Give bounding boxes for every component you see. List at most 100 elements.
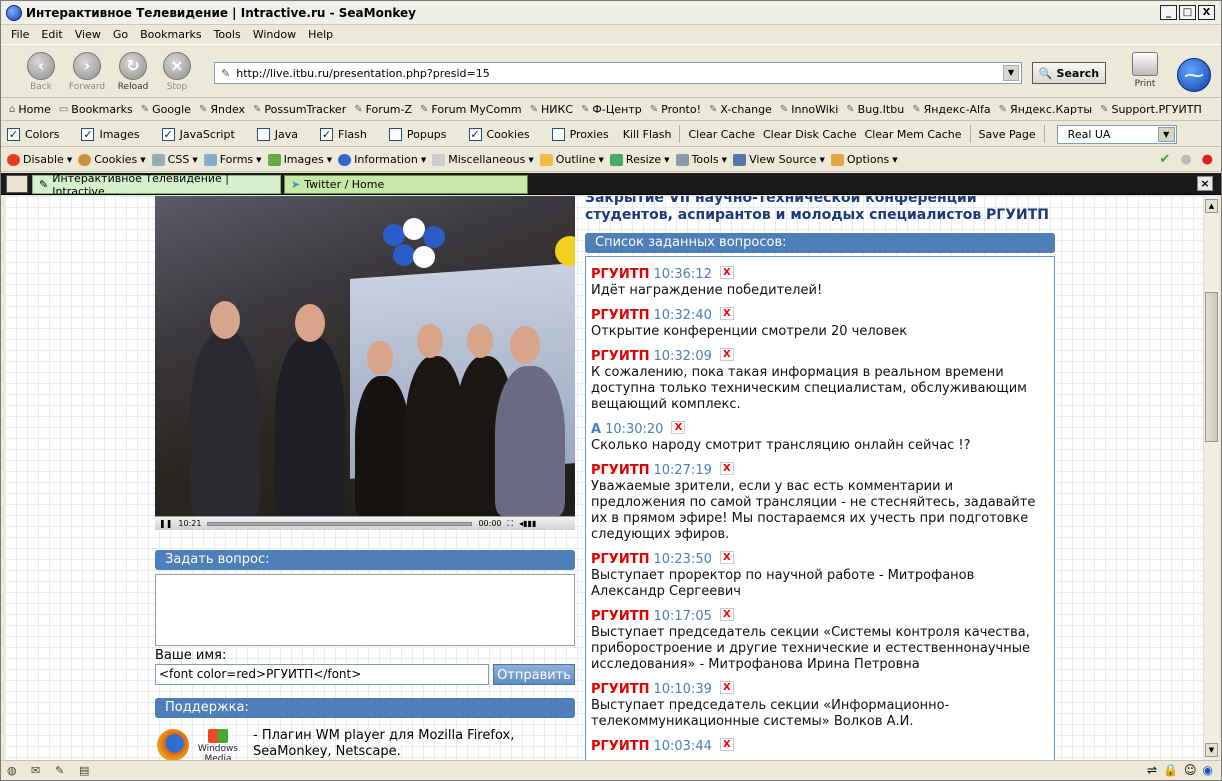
menu-edit[interactable]: Edit: [35, 28, 68, 41]
toggle-javascript[interactable]: ✓ JavaScript: [161, 127, 235, 141]
bookmark-google[interactable]: ✎ Google: [137, 103, 195, 116]
reload-button[interactable]: ↻ Reload: [113, 52, 153, 92]
url-bar[interactable]: ✎ http://live.itbu.ru/presentation.php?p…: [214, 62, 1022, 84]
question-textarea[interactable]: [155, 574, 575, 646]
bookmark-bug-itbu[interactable]: ✎ Bug.Itbu: [842, 103, 908, 116]
print-button[interactable]: Print: [1127, 52, 1163, 89]
clear-mem-cache-button[interactable]: Clear Mem Cache: [861, 128, 966, 141]
bookmark-yandex-alfa[interactable]: ✎ Яндекс-Alfa: [908, 103, 994, 116]
menu-bookmarks[interactable]: Bookmarks: [134, 28, 207, 41]
delete-x-button[interactable]: X: [719, 680, 734, 694]
forward-label: Forward: [68, 82, 106, 92]
clear-cache-button[interactable]: Clear Cache: [684, 128, 758, 141]
toggle-proxies[interactable]: Proxies: [551, 127, 609, 141]
address-book-icon[interactable]: ▤: [79, 764, 97, 778]
bookmark-f-center[interactable]: ✎ Ф-Центр: [577, 103, 646, 116]
menu-window[interactable]: Window: [247, 28, 302, 41]
misc-icon: [432, 153, 446, 166]
name-input[interactable]: <font color=red>РГУИТП</font>: [155, 664, 489, 685]
wd-images-menu[interactable]: Images ▼: [267, 153, 332, 166]
url-dropdown[interactable]: ▼: [1003, 65, 1019, 81]
wd-disable-menu[interactable]: Disable ▼: [7, 153, 72, 166]
fullscreen-icon[interactable]: ⛶: [508, 519, 514, 529]
clear-disk-cache-button[interactable]: Clear Disk Cache: [759, 128, 861, 141]
bookmark-possumtracker[interactable]: ✎ PossumTracker: [249, 103, 350, 116]
vertical-scrollbar[interactable]: ▲ ▼: [1203, 196, 1219, 760]
user-agent-select[interactable]: Real UA ▼: [1056, 124, 1177, 144]
wd-cookies-menu[interactable]: Cookies ▼: [78, 153, 146, 166]
delete-x-button[interactable]: X: [671, 420, 686, 434]
video-player[interactable]: [155, 196, 575, 516]
composer-icon[interactable]: ✎: [55, 764, 73, 778]
delete-x-button[interactable]: X: [719, 607, 734, 621]
wd-tools-menu[interactable]: Tools ▼: [675, 153, 727, 166]
menu-file[interactable]: File: [5, 28, 35, 41]
globe-icon[interactable]: ◍: [7, 764, 25, 778]
url-text: http://live.itbu.ru/presentation.php?pre…: [236, 66, 490, 80]
chevron-down-icon: ▼: [1157, 126, 1175, 142]
bookmark-support[interactable]: ✎ Support.РГУИТП: [1096, 103, 1206, 116]
minimize-button[interactable]: _: [1160, 5, 1177, 20]
tab-intractive[interactable]: ✎ Интерактивное Телевидение | Intractive…: [32, 172, 281, 198]
bookmark-yandex[interactable]: ✎ Яndex: [195, 103, 249, 116]
bookmark-forum-z[interactable]: ✎ Forum-Z: [350, 103, 416, 116]
wd-information-menu[interactable]: Information ▼: [338, 153, 426, 166]
close-tab-button[interactable]: ×: [1197, 176, 1213, 191]
menu-view[interactable]: View: [69, 28, 107, 41]
stop-button[interactable]: × Stop: [157, 52, 197, 92]
bookmark-x-change[interactable]: ✎ X-change: [705, 103, 776, 116]
windows-media-player-logo[interactable]: Windows Media Player: [195, 729, 241, 760]
maximize-button[interactable]: □: [1179, 5, 1196, 20]
firefox-logo-icon[interactable]: [157, 729, 189, 760]
bookmark-bookmarks[interactable]: ▭ Bookmarks: [55, 103, 137, 116]
search-button[interactable]: 🔍 Search: [1032, 62, 1106, 84]
volume-icon[interactable]: ◂▮▮▮: [519, 519, 536, 528]
seamonkey-throbber-icon[interactable]: ⁓: [1177, 58, 1211, 92]
delete-x-button[interactable]: X: [719, 265, 734, 279]
forward-button[interactable]: › Forward: [67, 52, 107, 92]
wd-forms-menu[interactable]: Forms ▼: [203, 153, 262, 166]
delete-x-button[interactable]: X: [719, 347, 734, 361]
video-seek-bar[interactable]: [207, 521, 473, 526]
resize-icon: [609, 153, 623, 166]
bookmark-innowiki[interactable]: ✎ InnoWiki: [776, 103, 842, 116]
bookmark-yandex-maps[interactable]: ✎ Яндекс.Карты: [995, 103, 1096, 116]
ask-question-header: Задать вопрос:: [155, 550, 575, 570]
toggle-images[interactable]: ✓ Images: [81, 127, 140, 141]
menu-go[interactable]: Go: [107, 28, 134, 41]
wd-view-source-menu[interactable]: View Source ▼: [733, 153, 825, 166]
scroll-down-icon[interactable]: ▼: [1205, 743, 1218, 757]
menu-help[interactable]: Help: [302, 28, 339, 41]
back-button[interactable]: ‹ Back: [21, 52, 61, 92]
close-window-button[interactable]: X: [1198, 5, 1215, 20]
new-tab-button[interactable]: [6, 175, 28, 193]
pause-icon[interactable]: ❚❚: [159, 519, 172, 528]
wd-css-menu[interactable]: CSS ▼: [151, 153, 198, 166]
toggle-colors[interactable]: ✓ Colors: [7, 127, 59, 141]
delete-x-button[interactable]: X: [719, 550, 734, 564]
bookmark-niks[interactable]: ✎ НИКС: [526, 103, 577, 116]
toggle-cookies[interactable]: ✓ Cookies: [468, 127, 530, 141]
scroll-up-icon[interactable]: ▲: [1205, 199, 1218, 213]
bookmark-forum-mycomm[interactable]: ✎ Forum MyComm: [416, 103, 526, 116]
toggle-java[interactable]: Java: [256, 127, 298, 141]
menu-tools[interactable]: Tools: [208, 28, 247, 41]
scroll-thumb[interactable]: [1205, 292, 1218, 442]
bookmark-pronto[interactable]: ✎ Pronto!: [646, 103, 705, 116]
wd-resize-menu[interactable]: Resize ▼: [609, 153, 670, 166]
bookmark-home[interactable]: ⌂ Home: [5, 103, 55, 116]
mail-icon[interactable]: ✉: [31, 764, 49, 778]
wd-options-menu[interactable]: Options ▼: [830, 153, 898, 166]
wd-misc-menu[interactable]: Miscellaneous ▼: [432, 153, 534, 166]
kill-flash-button[interactable]: Kill Flash: [619, 128, 676, 141]
home-icon: ⌂: [9, 104, 16, 115]
toggle-flash[interactable]: ✓ Flash: [320, 127, 367, 141]
delete-x-button[interactable]: X: [719, 461, 734, 475]
save-page-button[interactable]: Save Page: [975, 128, 1040, 141]
send-button[interactable]: Отправить: [493, 664, 575, 685]
delete-x-button[interactable]: X: [719, 737, 734, 751]
wd-outline-menu[interactable]: Outline ▼: [539, 153, 604, 166]
tab-twitter[interactable]: ➤ Twitter / Home: [284, 175, 528, 194]
delete-x-button[interactable]: X: [719, 306, 734, 320]
toggle-popups[interactable]: Popups: [388, 127, 447, 141]
